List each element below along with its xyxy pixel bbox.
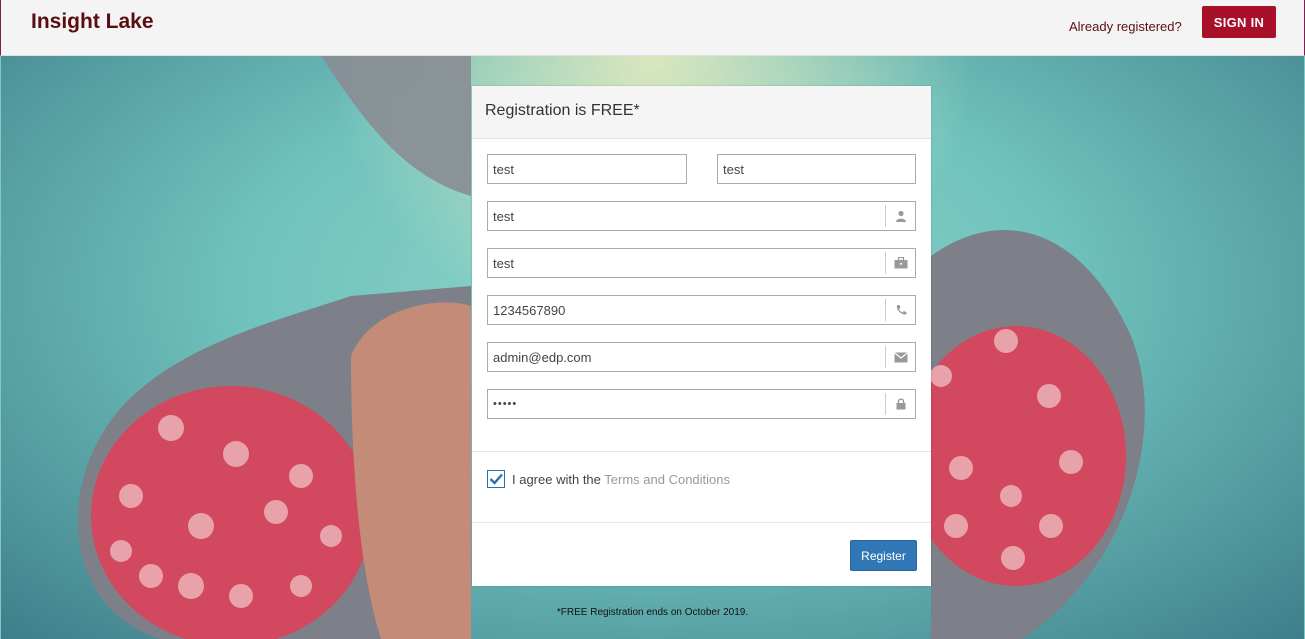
username-field[interactable] <box>487 201 916 231</box>
username-input[interactable] <box>488 202 884 230</box>
divider-bottom <box>472 522 931 523</box>
top-navbar: Insight Lake Already registered? SIGN IN <box>0 0 1305 56</box>
user-icon <box>885 205 915 227</box>
last-name-input[interactable] <box>718 155 915 183</box>
brand-logo-text[interactable]: Insight Lake <box>31 10 154 34</box>
envelope-icon <box>885 346 915 368</box>
register-button[interactable]: Register <box>850 540 917 571</box>
first-name-field[interactable] <box>487 154 687 184</box>
last-name-field[interactable] <box>717 154 916 184</box>
terms-link[interactable]: Terms and Conditions <box>604 472 730 487</box>
password-input[interactable] <box>488 390 884 418</box>
company-input[interactable] <box>488 249 884 277</box>
agree-checkbox[interactable] <box>487 470 505 488</box>
phone-input[interactable] <box>488 296 884 324</box>
email-input[interactable] <box>488 343 884 371</box>
already-registered-text: Already registered? <box>1069 19 1182 34</box>
password-field[interactable] <box>487 389 916 419</box>
company-field[interactable] <box>487 248 916 278</box>
card-header: Registration is FREE* <box>472 86 931 139</box>
divider-top <box>472 451 931 452</box>
registration-card: Registration is FREE* test test test tes… <box>472 86 931 586</box>
first-name-input[interactable] <box>488 155 686 183</box>
email-field[interactable] <box>487 342 916 372</box>
phone-field[interactable] <box>487 295 916 325</box>
card-title: Registration is FREE* <box>485 102 640 119</box>
agree-label: I agree with the Terms and Conditions <box>512 472 730 487</box>
phone-icon <box>885 299 915 321</box>
lock-icon <box>885 393 915 415</box>
briefcase-icon <box>885 252 915 274</box>
agree-text: I agree with the <box>512 472 601 487</box>
checkmark-icon <box>489 473 503 485</box>
registration-footnote: *FREE Registration ends on October 2019. <box>556 607 749 618</box>
sign-in-button[interactable]: SIGN IN <box>1202 6 1276 38</box>
